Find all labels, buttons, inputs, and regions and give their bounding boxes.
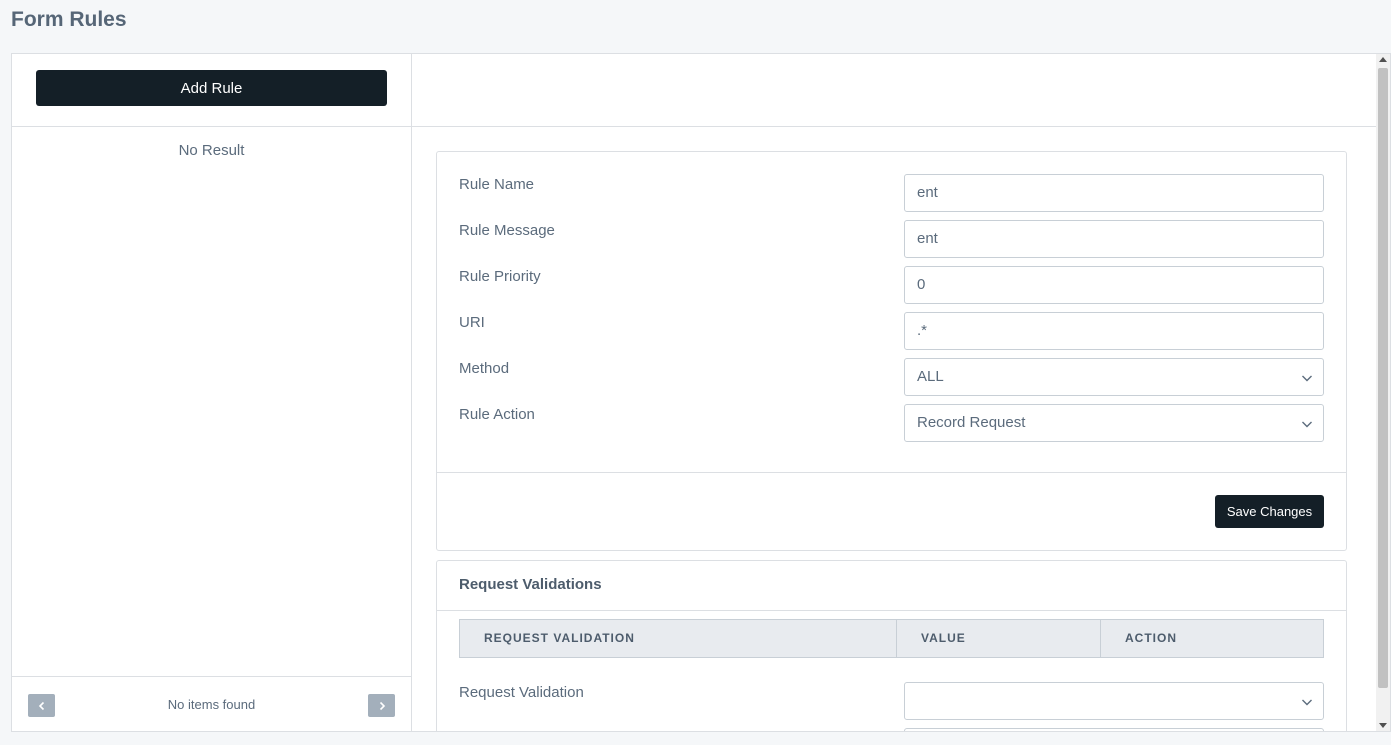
save-changes-button[interactable]: Save Changes bbox=[1215, 495, 1324, 528]
vertical-scrollbar[interactable] bbox=[1376, 54, 1390, 731]
method-select[interactable]: ALL bbox=[904, 358, 1324, 396]
empty-state: No Result bbox=[178, 142, 245, 159]
request-validation-row: Request Validation bbox=[459, 682, 1325, 720]
rule-action-select[interactable]: Record Request bbox=[904, 404, 1324, 442]
validations-table-header: REQUEST VALIDATION VALUE ACTION bbox=[459, 619, 1324, 658]
rule-action-row: Rule Action Record Request bbox=[459, 404, 1325, 442]
column-header-value: VALUE bbox=[896, 620, 1100, 657]
request-validation-select[interactable] bbox=[904, 682, 1324, 720]
method-select-value: ALL bbox=[917, 368, 944, 385]
column-header-action: ACTION bbox=[1100, 620, 1323, 657]
rule-message-label: Rule Message bbox=[459, 222, 555, 239]
method-label: Method bbox=[459, 360, 510, 377]
chevron-down-icon bbox=[1302, 421, 1312, 428]
rule-message-input[interactable]: ent bbox=[904, 220, 1324, 258]
rule-action-select-value: Record Request bbox=[917, 414, 1026, 431]
uri-label: URI bbox=[459, 314, 485, 331]
request-validation-label: Request Validation bbox=[459, 684, 584, 701]
rule-name-input[interactable]: ent bbox=[904, 174, 1324, 212]
page-title: Form Rules bbox=[11, 8, 127, 31]
uri-row: URI .* bbox=[459, 312, 1325, 350]
method-row: Method ALL bbox=[459, 358, 1325, 396]
request-validations-card: Request Validations REQUEST VALIDATION V… bbox=[436, 560, 1347, 731]
rules-panel: Add Rule No Result No items found Rule N… bbox=[11, 53, 1391, 732]
rule-name-row: Rule Name ent bbox=[459, 174, 1325, 212]
column-header-request-validation: REQUEST VALIDATION bbox=[484, 631, 635, 645]
card-divider bbox=[437, 472, 1346, 473]
add-rule-button[interactable]: Add Rule bbox=[36, 70, 387, 106]
rule-name-label: Rule Name bbox=[459, 176, 535, 193]
pagination-status: No items found bbox=[167, 697, 256, 712]
scroll-down-icon[interactable] bbox=[1379, 723, 1387, 728]
rules-list-panel: Add Rule No Result No items found bbox=[12, 54, 412, 731]
card-divider bbox=[437, 610, 1346, 611]
rule-action-label: Rule Action bbox=[459, 406, 535, 423]
rules-list-toolbar: Add Rule bbox=[12, 54, 411, 127]
request-validations-title: Request Validations bbox=[459, 576, 602, 593]
rule-priority-row: Rule Priority 0 bbox=[459, 266, 1325, 304]
scrollbar-thumb[interactable] bbox=[1378, 68, 1388, 688]
pagination: No items found bbox=[12, 676, 411, 731]
next-page-button[interactable] bbox=[368, 694, 395, 717]
chevron-down-icon bbox=[1302, 699, 1312, 706]
rule-message-row: Rule Message ent bbox=[459, 220, 1325, 258]
scroll-up-icon[interactable] bbox=[1379, 57, 1387, 62]
chevron-right-icon bbox=[379, 701, 385, 710]
chevron-down-icon bbox=[1302, 375, 1312, 382]
rule-detail-panel: Rule Name ent Rule Message ent Rule Prio… bbox=[412, 54, 1390, 731]
uri-input[interactable]: .* bbox=[904, 312, 1324, 350]
rule-priority-label: Rule Priority bbox=[459, 268, 541, 285]
rule-detail-header bbox=[412, 54, 1390, 127]
rule-priority-input[interactable]: 0 bbox=[904, 266, 1324, 304]
rule-form-card: Rule Name ent Rule Message ent Rule Prio… bbox=[436, 151, 1347, 551]
request-validation-value-input[interactable] bbox=[904, 728, 1324, 731]
request-validation-value-row bbox=[459, 728, 1325, 731]
